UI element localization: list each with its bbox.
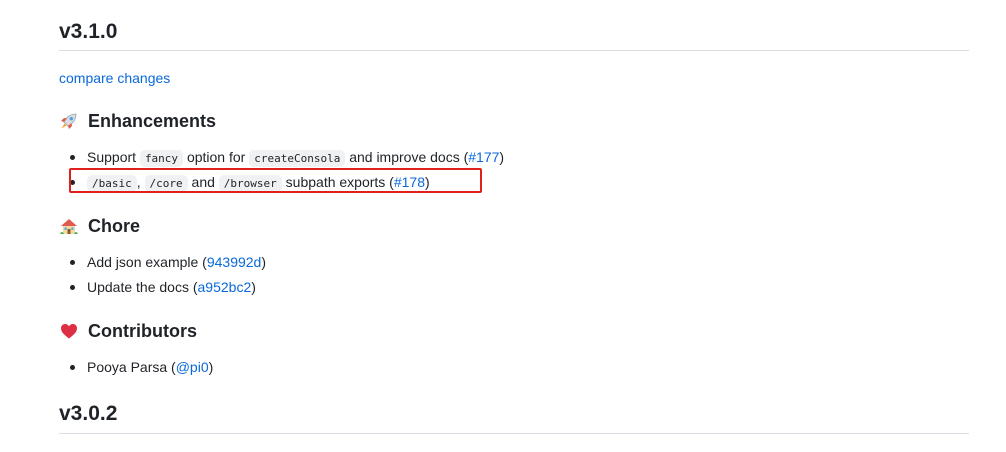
contributors-title: Contributors (88, 321, 197, 341)
item-text: Pooya Parsa ( (87, 359, 176, 375)
inline-code: fancy (139, 150, 184, 167)
compare-changes-link[interactable]: compare changes (59, 69, 170, 87)
list-item: Add json example (943992d) (59, 252, 266, 277)
list-item: Update the docs (a952bc2) (59, 277, 266, 302)
next-release-title: v3.0.2 (59, 402, 118, 425)
chore-heading: Chore (59, 215, 140, 237)
release-title: v3.1.0 (59, 20, 118, 43)
issue-link-177[interactable]: #177 (468, 149, 499, 165)
enhancements-title: Enhancements (88, 111, 217, 131)
user-link-pi0[interactable]: @pi0 (176, 359, 209, 375)
item-text: ) (261, 254, 267, 270)
item-text: Update the docs ( (87, 279, 198, 295)
highlight-annotation (69, 168, 482, 193)
item-text: ) (208, 359, 214, 375)
rocket-icon (59, 111, 79, 131)
contributors-heading: Contributors (59, 320, 197, 342)
item-text: ) (499, 149, 505, 165)
chore-title: Chore (88, 216, 141, 236)
item-text: and improve docs ( (349, 149, 469, 165)
contributors-list: Pooya Parsa (@pi0) (59, 357, 213, 382)
item-text: Add json example ( (87, 254, 207, 270)
house-with-garden-icon (59, 216, 79, 236)
title-divider (59, 50, 969, 51)
list-item: Pooya Parsa (@pi0) (59, 357, 213, 382)
red-heart-icon (59, 321, 79, 341)
chore-list: Add json example (943992d) Update the do… (59, 252, 266, 302)
commit-link-a952bc2[interactable]: a952bc2 (198, 279, 252, 295)
item-text: option for (186, 149, 246, 165)
commit-link-943992d[interactable]: 943992d (207, 254, 262, 270)
item-text: ) (251, 279, 256, 295)
enhancements-heading: Enhancements (59, 110, 216, 132)
next-title-divider (59, 433, 969, 434)
item-text: Support (87, 149, 137, 165)
inline-code: createConsola (249, 150, 346, 167)
